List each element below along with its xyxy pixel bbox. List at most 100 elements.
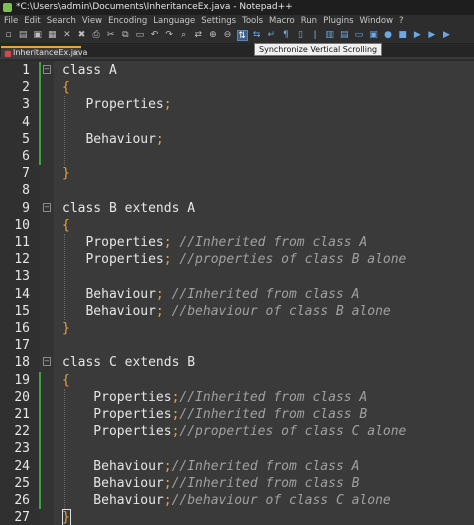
code-semicolon: ; bbox=[155, 131, 164, 147]
fold-toggle-icon[interactable]: − bbox=[43, 65, 51, 74]
play-macro-icon[interactable]: ▶ bbox=[412, 30, 423, 41]
paste-icon[interactable]: ▭ bbox=[134, 30, 145, 41]
menu-window[interactable]: Window bbox=[357, 15, 397, 28]
close-icon[interactable]: ✕ bbox=[61, 30, 72, 41]
tab-close-icon[interactable]: ✕ bbox=[72, 49, 79, 59]
menu-plugins[interactable]: Plugins bbox=[320, 15, 356, 28]
record-macro-icon[interactable]: ● bbox=[383, 30, 394, 41]
replace-icon[interactable]: ⇄ bbox=[193, 30, 204, 41]
line-number: 6 bbox=[22, 149, 30, 164]
indent-guide-icon[interactable]: ▯ bbox=[295, 30, 306, 41]
menu-settings[interactable]: Settings bbox=[198, 15, 239, 28]
doc-map-icon[interactable]: ▥ bbox=[324, 30, 335, 41]
code-line: 1 − class A bbox=[0, 62, 474, 79]
code-text: class A bbox=[62, 62, 117, 79]
code-token: Behaviour bbox=[62, 493, 164, 508]
code-line: 21 Properties;//Inherited from class B bbox=[0, 406, 474, 423]
code-line: 17 bbox=[0, 337, 474, 354]
line-number: 21 bbox=[14, 407, 30, 422]
code-comment: //Inherited from class B bbox=[171, 475, 360, 491]
line-number: 9 bbox=[22, 200, 30, 216]
menu-macro[interactable]: Macro bbox=[266, 15, 298, 28]
code-line: 2{ bbox=[0, 79, 474, 96]
code-token: Properties bbox=[62, 407, 172, 422]
code-line: 16} bbox=[0, 320, 474, 337]
code-token: Properties bbox=[62, 389, 172, 405]
user-lang-icon[interactable]: ǀ bbox=[310, 30, 321, 41]
sync-horizontal-icon[interactable]: ⇆ bbox=[251, 30, 262, 41]
open-file-icon[interactable]: ▤ bbox=[18, 30, 29, 41]
sync-vertical-icon[interactable]: ⇅ bbox=[236, 30, 248, 41]
menu-run[interactable]: Run bbox=[298, 15, 320, 28]
save-icon[interactable]: ▣ bbox=[32, 30, 43, 41]
code-line: 13 bbox=[0, 268, 474, 285]
code-editor[interactable]: 1− class A 2{3 Properties; 4 5 Behaviour; 6 7}… bbox=[0, 61, 474, 525]
copy-icon[interactable]: ⧉ bbox=[120, 30, 131, 41]
code-comment: //Inherited from class A bbox=[171, 235, 368, 250]
code-semicolon: ; bbox=[163, 493, 172, 508]
find-icon[interactable]: ⌕ bbox=[178, 30, 189, 41]
line-number: 4 bbox=[22, 114, 30, 130]
folder-workspace-icon[interactable]: ▭ bbox=[353, 30, 364, 41]
code-semicolon: ; bbox=[155, 286, 164, 302]
menu-language[interactable]: Language bbox=[150, 15, 198, 28]
code-text: Behaviour;//behaviour of class C alone bbox=[62, 492, 391, 509]
print-icon[interactable]: ⎙ bbox=[91, 30, 102, 41]
menu-encoding[interactable]: Encoding bbox=[105, 15, 150, 28]
code-token: Behaviour bbox=[62, 458, 164, 474]
fold-toggle-icon[interactable]: − bbox=[43, 357, 51, 367]
code-comment: //behaviour of class B alone bbox=[163, 303, 391, 319]
stop-macro-icon[interactable]: ■ bbox=[397, 30, 408, 41]
menu-search[interactable]: Search bbox=[44, 15, 79, 28]
cut-icon[interactable]: ✂ bbox=[105, 30, 116, 41]
code-text: { bbox=[62, 217, 70, 234]
show-all-chars-icon[interactable]: ¶ bbox=[280, 30, 291, 41]
save-macro-icon[interactable]: ▶ bbox=[441, 30, 452, 41]
undo-icon[interactable]: ↶ bbox=[149, 30, 160, 41]
close-all-icon[interactable]: ✖ bbox=[76, 30, 87, 41]
code-comment: //behaviour of class C alone bbox=[171, 493, 391, 508]
line-number: 23 bbox=[14, 441, 30, 457]
code-line: 18 − class C extends B bbox=[0, 354, 474, 371]
code-comment: //properties of class C alone bbox=[179, 424, 407, 440]
line-number: 25 bbox=[14, 475, 30, 491]
code-token: class B extends A bbox=[62, 200, 196, 216]
code-token: class A bbox=[62, 63, 117, 78]
menu-help[interactable]: ? bbox=[396, 15, 407, 28]
menu-view[interactable]: View bbox=[79, 15, 105, 28]
line-number: 22 bbox=[14, 424, 30, 440]
menu-file[interactable]: File bbox=[0, 15, 21, 28]
redo-icon[interactable]: ↷ bbox=[164, 30, 175, 41]
line-number: 20 bbox=[14, 389, 30, 405]
indent-guide bbox=[64, 234, 65, 320]
run-macro-icon[interactable]: ▶ bbox=[426, 30, 437, 41]
menu-edit[interactable]: Edit bbox=[21, 15, 43, 28]
line-number: 10 bbox=[14, 217, 30, 233]
code-text: } bbox=[62, 320, 70, 337]
code-text: Behaviour; bbox=[62, 131, 164, 148]
code-line: 11 Properties; //Inherited from class A bbox=[0, 234, 474, 251]
word-wrap-icon[interactable]: ↵ bbox=[266, 30, 277, 41]
code-text: Properties;//Inherited from class B bbox=[62, 406, 367, 423]
function-list-icon[interactable]: ▤ bbox=[339, 30, 350, 41]
indent-guide bbox=[64, 96, 65, 166]
menu-tools[interactable]: Tools bbox=[239, 15, 266, 28]
tooltip: Synchronize Vertical Scrolling bbox=[254, 43, 383, 56]
new-file-icon[interactable]: ▫ bbox=[3, 30, 14, 41]
code-text: } bbox=[62, 165, 70, 182]
save-all-icon[interactable]: ▦ bbox=[47, 30, 58, 41]
code-line: 10 { bbox=[0, 217, 474, 234]
fold-toggle-icon[interactable]: − bbox=[43, 202, 51, 212]
code-semicolon: ; bbox=[163, 458, 172, 474]
tab-inheritanceex[interactable]: ■ InheritanceEx.java ✕ bbox=[1, 46, 87, 59]
menu-bar: File Edit Search View Encoding Language Settin… bbox=[0, 15, 474, 28]
code-line: 5 Behaviour; bbox=[0, 131, 474, 148]
monitor-icon[interactable]: ▣ bbox=[368, 30, 379, 41]
zoom-in-icon[interactable]: ⊕ bbox=[207, 30, 218, 41]
zoom-out-icon[interactable]: ⊖ bbox=[222, 30, 233, 41]
tab-bar: ■ InheritanceEx.java ✕ bbox=[0, 45, 474, 59]
line-number: 11 bbox=[14, 235, 30, 250]
line-number: 14 bbox=[14, 286, 30, 302]
code-token: } bbox=[62, 321, 70, 336]
code-semicolon: ; bbox=[155, 303, 164, 319]
